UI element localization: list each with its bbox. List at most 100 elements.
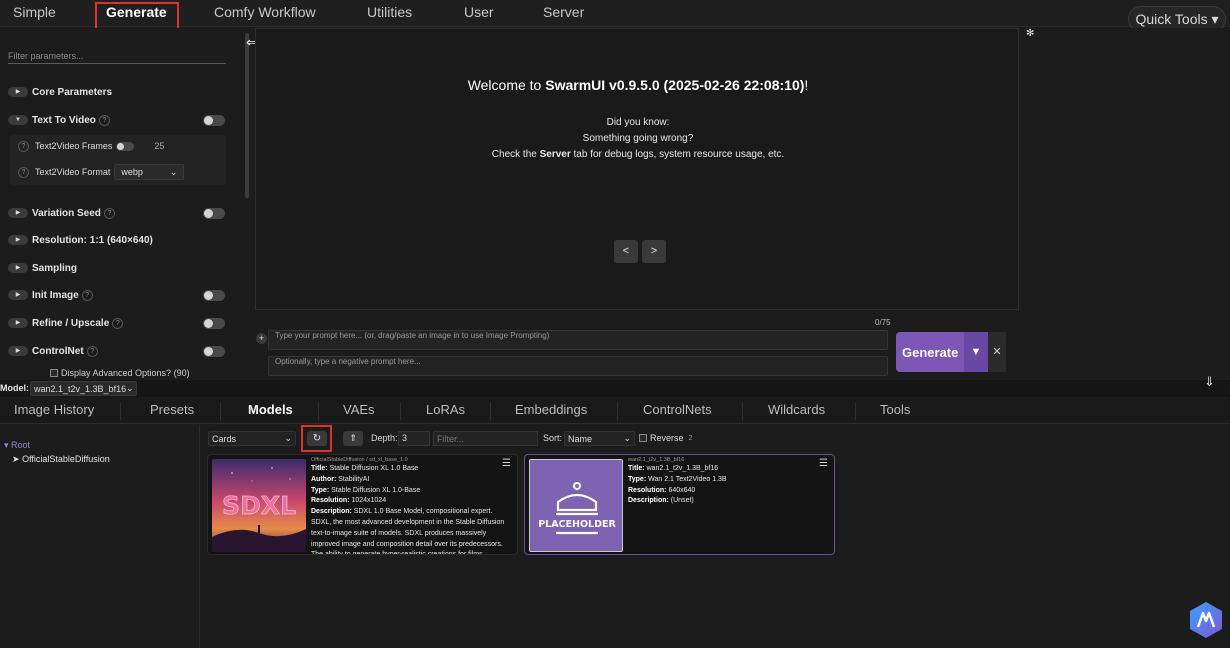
- app-logo-icon: [1190, 602, 1222, 638]
- tree-root[interactable]: ▾ Root: [4, 440, 30, 451]
- tab-simple[interactable]: Simple: [13, 0, 56, 27]
- field-label: Title:: [311, 465, 328, 472]
- collapse-arrow-icon[interactable]: ▼: [8, 115, 28, 125]
- text-to-video-toggle[interactable]: [203, 115, 225, 126]
- expand-arrow-icon[interactable]: ▶: [8, 318, 28, 328]
- filter-parameters-input[interactable]: [8, 48, 226, 64]
- tab-utilities[interactable]: Utilities: [367, 0, 412, 27]
- help-icon[interactable]: ?: [86, 345, 98, 357]
- prev-tip-button[interactable]: <: [614, 240, 638, 263]
- tab-divider: [855, 402, 856, 420]
- chevron-down-icon: ▾: [4, 440, 9, 450]
- expand-bottom-icon[interactable]: ⇓: [1204, 374, 1215, 390]
- t2v-frames-toggle[interactable]: [116, 141, 135, 151]
- tab-loras[interactable]: LoRAs: [426, 398, 465, 424]
- generate-button[interactable]: Generate ▼: [896, 332, 988, 372]
- field-label: Resolution:: [311, 497, 350, 505]
- group-text-to-video[interactable]: ▼ Text To Video ?: [8, 113, 110, 127]
- group-core-parameters[interactable]: ▶ Core Parameters: [8, 85, 112, 99]
- tab-presets[interactable]: Presets: [150, 398, 194, 424]
- init-image-toggle[interactable]: [203, 290, 225, 301]
- expand-arrow-icon[interactable]: ▶: [8, 263, 28, 273]
- hamburger-menu-icon[interactable]: ☰: [502, 458, 511, 469]
- tab-comfy-workflow[interactable]: Comfy Workflow: [214, 0, 316, 27]
- t2v-format-select[interactable]: webp ⌄: [114, 164, 185, 180]
- tab-wildcards[interactable]: Wildcards: [768, 398, 825, 424]
- model-card-sdxl[interactable]: SDXL OfficialStableDiffusion / sd_xl_bas…: [207, 454, 518, 555]
- variation-seed-toggle[interactable]: [203, 208, 225, 219]
- reverse-option[interactable]: Reverse 2: [639, 433, 692, 443]
- model-label: Model:: [0, 383, 29, 393]
- tip-text: tab for debug logs, system resource usag…: [570, 149, 785, 160]
- chevron-down-icon[interactable]: ▼: [964, 332, 988, 372]
- tab-embeddings[interactable]: Embeddings: [515, 398, 587, 424]
- token-counter: 0/75: [875, 318, 891, 327]
- group-refine-upscale[interactable]: ▶ Refine / Upscale ?: [8, 316, 124, 330]
- negative-prompt-input[interactable]: [268, 356, 888, 376]
- refine-upscale-toggle[interactable]: [203, 318, 225, 329]
- sdxl-thumbnail-image: SDXL: [212, 459, 306, 552]
- help-icon[interactable]: ?: [112, 317, 124, 329]
- param-t2v-format: ? Text2Video Format webp ⌄: [18, 164, 185, 180]
- model-author-row: Author: StabilityAI: [311, 475, 511, 486]
- model-filter-input[interactable]: [433, 431, 538, 446]
- reverse-checkbox[interactable]: [639, 434, 647, 442]
- image-display-area: Welcome to SwarmUI v0.9.5.0 (2025-02-26 …: [255, 28, 1019, 310]
- chevron-down-icon: ⌄: [284, 433, 292, 443]
- gear-icon[interactable]: ✻: [1026, 28, 1034, 39]
- model-select[interactable]: wan2.1_t2v_1.3B_bf16 ⌄: [30, 381, 137, 396]
- expand-arrow-icon[interactable]: ▶: [8, 87, 28, 97]
- tab-server[interactable]: Server: [543, 0, 584, 27]
- model-info: OfficialStableDiffusion / sd_xl_base_1.0…: [311, 457, 511, 554]
- model-count: 2: [688, 434, 693, 442]
- tab-image-history[interactable]: Image History: [14, 398, 94, 424]
- add-image-icon[interactable]: +: [256, 333, 267, 344]
- tab-tools[interactable]: Tools: [880, 398, 910, 424]
- sort-label: Sort:: [543, 433, 563, 443]
- view-mode-select[interactable]: Cards ⌄: [208, 431, 296, 446]
- expand-arrow-icon[interactable]: ▶: [8, 208, 28, 218]
- controlnet-toggle[interactable]: [203, 346, 225, 357]
- help-icon[interactable]: ?: [81, 289, 93, 301]
- tab-models[interactable]: Models: [248, 398, 293, 424]
- tree-item-officialstablediffusion[interactable]: ➤ OfficialStableDiffusion: [12, 454, 110, 465]
- help-icon[interactable]: ?: [98, 114, 110, 126]
- group-init-image[interactable]: ▶ Init Image ?: [8, 288, 93, 302]
- expand-arrow-icon[interactable]: ▶: [8, 290, 28, 300]
- expand-arrow-icon[interactable]: ▶: [8, 346, 28, 356]
- group-label: Text To Video: [32, 114, 96, 126]
- tab-user[interactable]: User: [464, 0, 494, 27]
- help-icon[interactable]: ?: [103, 207, 115, 219]
- model-title: Stable Diffusion XL 1.0 Base: [329, 465, 419, 472]
- hamburger-menu-icon[interactable]: ☰: [819, 458, 828, 469]
- close-icon[interactable]: ✕: [988, 332, 1006, 372]
- tab-controlnets[interactable]: ControlNets: [643, 398, 712, 424]
- generate-label: Generate: [902, 344, 959, 360]
- params-scrollbar[interactable]: [245, 33, 249, 198]
- group-sampling[interactable]: ▶ Sampling: [8, 261, 77, 275]
- model-type-row: Type: Stable Diffusion XL 1.0-Base: [311, 486, 511, 497]
- group-resolution[interactable]: ▶ Resolution: 1:1 (640×640): [8, 233, 153, 247]
- expand-arrow-icon[interactable]: ▶: [8, 235, 28, 245]
- model-type: Stable Diffusion XL 1.0-Base: [331, 486, 421, 494]
- help-icon[interactable]: ?: [18, 166, 29, 178]
- placeholder-thumbnail-image: PLACEHOLDER: [530, 460, 622, 551]
- model-description: (Unset): [670, 497, 694, 505]
- prompt-input[interactable]: [268, 330, 888, 350]
- folder-up-button[interactable]: ⇑: [343, 431, 363, 446]
- group-variation-seed[interactable]: ▶ Variation Seed ?: [8, 206, 115, 220]
- sort-select[interactable]: Name ⌄: [564, 431, 635, 446]
- display-advanced-options[interactable]: Display Advanced Options? (90): [50, 368, 190, 378]
- depth-input[interactable]: 3: [398, 431, 430, 446]
- advanced-label: Display Advanced Options? (90): [61, 368, 190, 378]
- advanced-checkbox[interactable]: [50, 369, 58, 377]
- t2v-frames-value[interactable]: 25: [154, 141, 164, 151]
- tab-vaes[interactable]: VAEs: [343, 398, 375, 424]
- model-card-wan[interactable]: PLACEHOLDER wan2.1_t2v_1.3B_bf16 Title: …: [524, 454, 835, 555]
- tree-item-label: OfficialStableDiffusion: [22, 454, 110, 464]
- group-controlnet[interactable]: ▶ ControlNet ?: [8, 344, 98, 358]
- next-tip-button[interactable]: >: [642, 240, 666, 263]
- tab-divider: [617, 402, 618, 420]
- help-icon[interactable]: ?: [18, 140, 29, 152]
- param-label: Text2Video Format: [35, 167, 111, 177]
